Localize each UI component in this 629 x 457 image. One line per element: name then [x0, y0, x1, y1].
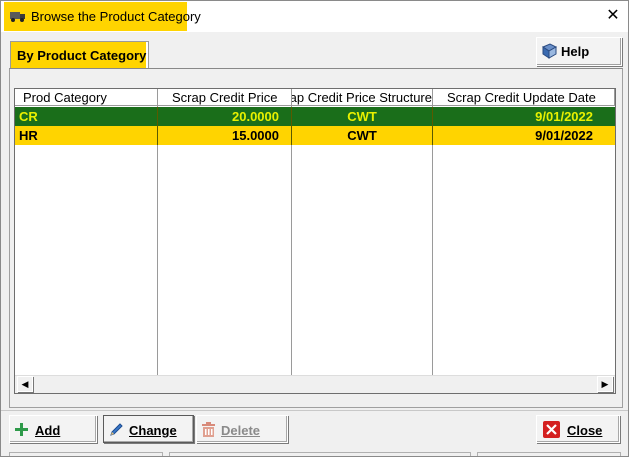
- plus-icon: [15, 423, 28, 436]
- window-close-icon[interactable]: ✕: [604, 7, 622, 25]
- column-header-scrap-credit-price[interactable]: Scrap Credit Price: [158, 89, 292, 106]
- grid-header: Prod Category Scrap Credit Price Scrap C…: [15, 89, 615, 106]
- cell-update-date: 9/01/2022: [535, 109, 593, 124]
- window-title: Browse the Product Category: [31, 9, 201, 24]
- truck-app-icon: [10, 12, 25, 22]
- tab-by-product-category[interactable]: By Product Category: [10, 41, 149, 69]
- close-icon: [543, 421, 560, 438]
- add-button-label: Add: [35, 423, 61, 438]
- pencil-icon: [110, 423, 123, 436]
- table-row[interactable]: CR 20.0000 CWT 9/01/2022: [15, 107, 615, 126]
- tab-label: By Product Category: [17, 48, 147, 63]
- column-divider: [157, 106, 158, 376]
- cell-price: 20.0000: [158, 107, 292, 126]
- scroll-left-icon[interactable]: ◀: [17, 376, 33, 392]
- table-row[interactable]: HR 15.0000 CWT 9/01/2022: [15, 126, 615, 145]
- scroll-right-icon[interactable]: ▶: [597, 376, 613, 392]
- cell-structure: CWT: [292, 107, 433, 126]
- book-help-icon: [541, 43, 558, 59]
- column-header-prod-category[interactable]: Prod Category: [15, 89, 158, 106]
- column-divider: [291, 106, 292, 376]
- status-panel: [9, 452, 163, 456]
- cell-price: 15.0000: [158, 126, 292, 145]
- title-bar: Browse the Product Category ✕: [1, 1, 628, 32]
- column-header-price-structure-label: Scrap Credit Price Structure: [292, 90, 432, 105]
- help-button-label: Help: [561, 44, 590, 59]
- delete-button[interactable]: Delete: [196, 415, 288, 443]
- column-header-price-structure[interactable]: Scrap Credit Price Structure: [292, 89, 433, 106]
- column-header-update-date[interactable]: Scrap Credit Update Date: [433, 89, 615, 106]
- status-panel: [477, 452, 621, 456]
- cell-prod-category: HR: [15, 126, 158, 145]
- change-button-label: Change: [129, 423, 177, 438]
- column-divider: [432, 106, 433, 376]
- help-button[interactable]: Help: [536, 37, 622, 66]
- add-button[interactable]: Add: [9, 415, 97, 443]
- category-grid[interactable]: Prod Category Scrap Credit Price Scrap C…: [14, 88, 616, 394]
- cell-update-date: 9/01/2022: [535, 128, 593, 143]
- status-bar: [9, 452, 621, 456]
- browse-window: Browse the Product Category ✕ By Product…: [0, 0, 629, 457]
- cell-prod-category: CR: [15, 107, 158, 126]
- horizontal-scrollbar[interactable]: ◀ ▶: [15, 375, 615, 393]
- status-panel: [169, 452, 471, 456]
- close-button[interactable]: Close: [536, 415, 620, 443]
- button-separator: [1, 410, 628, 411]
- trash-icon: [202, 422, 215, 437]
- change-button[interactable]: Change: [103, 415, 194, 443]
- delete-button-label: Delete: [221, 423, 261, 438]
- close-button-label: Close: [567, 423, 603, 438]
- cell-structure: CWT: [292, 126, 433, 145]
